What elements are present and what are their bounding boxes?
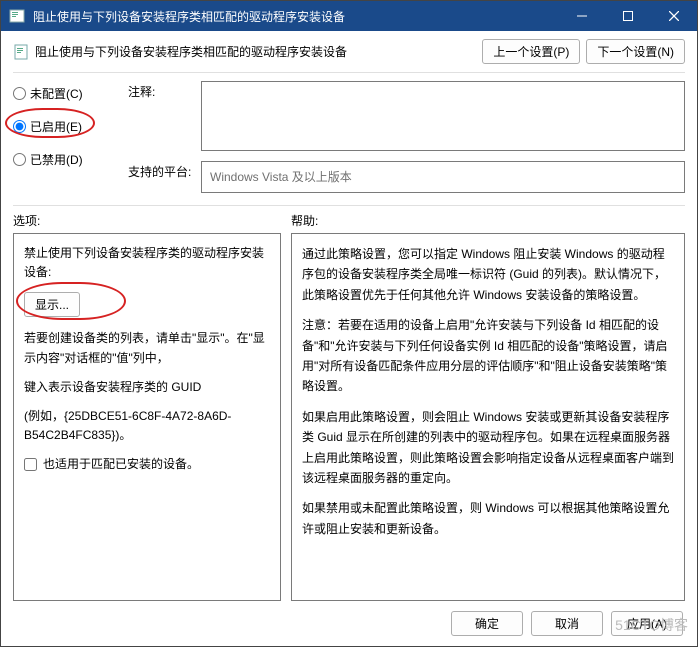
nav-buttons: 上一个设置(P) 下一个设置(N) xyxy=(482,39,685,64)
comment-input[interactable] xyxy=(201,81,685,151)
section-labels: 选项: 帮助: xyxy=(1,206,697,233)
policy-name: 阻止使用与下列设备安装程序类相匹配的驱动程序安装设备 xyxy=(35,43,347,60)
radio-disabled[interactable]: 已禁用(D) xyxy=(13,151,118,168)
titlebar: 阻止使用与下列设备安装程序类相匹配的驱动程序安装设备 xyxy=(1,1,697,31)
maximize-button[interactable] xyxy=(605,1,651,31)
ok-button[interactable]: 确定 xyxy=(451,611,523,636)
show-button[interactable]: 显示... xyxy=(24,292,80,317)
radio-not-configured[interactable]: 未配置(C) xyxy=(13,85,118,102)
upper-section: 未配置(C) 已启用(E) 已禁用(D) 注释: 支持的平台: Windows … xyxy=(1,73,697,197)
window-controls xyxy=(559,1,697,31)
comment-label: 注释: xyxy=(128,81,193,100)
document-icon xyxy=(13,44,29,60)
options-panel: 禁止使用下列设备安装程序类的驱动程序安装设备: 显示... 若要创建设备类的列表… xyxy=(13,233,281,601)
prev-setting-button[interactable]: 上一个设置(P) xyxy=(482,39,580,64)
platform-row: 支持的平台: Windows Vista 及以上版本 xyxy=(128,161,685,193)
policy-editor-window: 阻止使用与下列设备安装程序类相匹配的驱动程序安装设备 阻止使用与下列设备安装程序… xyxy=(0,0,698,647)
meta-column: 注释: 支持的平台: Windows Vista 及以上版本 xyxy=(128,81,685,193)
options-text-3: 键入表示设备安装程序类的 GUID xyxy=(24,378,270,397)
radio-enabled-input[interactable] xyxy=(13,120,26,133)
options-text-2: 若要创建设备类的列表，请单击"显示"。在"显示内容"对话框的"值"列中， xyxy=(24,329,270,367)
help-label: 帮助: xyxy=(291,212,318,229)
radio-disabled-label: 已禁用(D) xyxy=(30,151,83,168)
header-row: 阻止使用与下列设备安装程序类相匹配的驱动程序安装设备 上一个设置(P) 下一个设… xyxy=(1,31,697,64)
apply-button[interactable]: 应用(A) xyxy=(611,611,683,636)
policy-icon xyxy=(9,8,25,24)
options-label: 选项: xyxy=(13,212,291,229)
lower-section: 禁止使用下列设备安装程序类的驱动程序安装设备: 显示... 若要创建设备类的列表… xyxy=(1,233,697,601)
help-text-1: 通过此策略设置，您可以指定 Windows 阻止安装 Windows 的驱动程序… xyxy=(302,244,674,305)
next-setting-button[interactable]: 下一个设置(N) xyxy=(586,39,685,64)
state-radio-group: 未配置(C) 已启用(E) 已禁用(D) xyxy=(13,81,118,193)
options-text-4: (例如，{25DBCE51-6C8F-4A72-8A6D-B54C2B4FC83… xyxy=(24,407,270,445)
apply-installed-checkbox[interactable] xyxy=(24,458,37,471)
apply-installed-label: 也适用于匹配已安装的设备。 xyxy=(43,455,199,474)
radio-enabled[interactable]: 已启用(E) xyxy=(13,118,118,135)
help-text-4: 如果禁用或未配置此策略设置，则 Windows 可以根据其他策略设置允许或阻止安… xyxy=(302,498,674,539)
close-button[interactable] xyxy=(651,1,697,31)
footer: 确定 取消 应用(A) xyxy=(1,601,697,646)
help-text-2: 注意：若要在适用的设备上启用"允许安装与下列设备 Id 相匹配的设备"和"允许安… xyxy=(302,315,674,397)
help-panel: 通过此策略设置，您可以指定 Windows 阻止安装 Windows 的驱动程序… xyxy=(291,233,685,601)
window-title: 阻止使用与下列设备安装程序类相匹配的驱动程序安装设备 xyxy=(33,8,559,25)
apply-installed-checkbox-row[interactable]: 也适用于匹配已安装的设备。 xyxy=(24,455,270,474)
platform-label: 支持的平台: xyxy=(128,161,193,180)
radio-disabled-input[interactable] xyxy=(13,153,26,166)
radio-enabled-label: 已启用(E) xyxy=(30,118,82,135)
help-text-3: 如果启用此策略设置，则会阻止 Windows 安装或更新其设备安装程序类 Gui… xyxy=(302,407,674,489)
comment-row: 注释: xyxy=(128,81,685,151)
radio-not-configured-label: 未配置(C) xyxy=(30,85,83,102)
radio-not-configured-input[interactable] xyxy=(13,87,26,100)
minimize-button[interactable] xyxy=(559,1,605,31)
options-text-1: 禁止使用下列设备安装程序类的驱动程序安装设备: xyxy=(24,244,270,282)
cancel-button[interactable]: 取消 xyxy=(531,611,603,636)
platform-value: Windows Vista 及以上版本 xyxy=(201,161,685,193)
header-label: 阻止使用与下列设备安装程序类相匹配的驱动程序安装设备 xyxy=(13,43,482,60)
